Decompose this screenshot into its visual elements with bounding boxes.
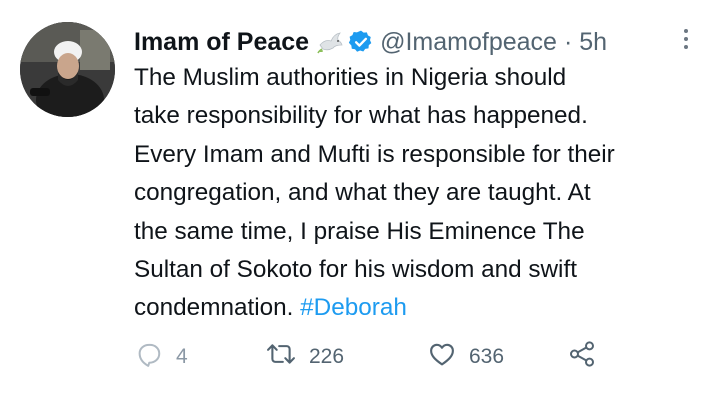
hashtag-link[interactable]: #Deborah <box>300 294 407 321</box>
timestamp[interactable]: 5h <box>579 24 607 60</box>
dove-icon <box>317 30 343 54</box>
author-name[interactable]: Imam of Peace <box>134 24 309 60</box>
share-button[interactable] <box>567 336 597 378</box>
tweet-text-line: Sultan of Sokoto for his wisdom and swif… <box>134 256 577 284</box>
tweet-text-line: Every Imam and Mufti is responsible for … <box>134 140 615 168</box>
like-button[interactable]: 636 <box>427 336 504 378</box>
tweet-text-last-line: condemnation. #Deborah <box>134 289 714 327</box>
tweet-text-line: take responsibility for what has happene… <box>134 102 588 130</box>
retweet-icon <box>265 339 297 375</box>
more-options-icon[interactable] <box>676 26 696 52</box>
reply-button[interactable]: 4 <box>134 336 188 378</box>
tweet-text-line: the same time, I praise His Eminence The <box>134 217 585 245</box>
tweet-actions: 4 226 636 <box>134 336 654 378</box>
author-handle[interactable]: @Imamofpeace <box>380 24 557 60</box>
verified-badge-icon <box>348 29 374 55</box>
tweet-text-line: condemnation. <box>134 294 294 322</box>
tweet-text-line: The Muslim authorities in Nigeria should <box>134 64 567 91</box>
separator-dot: · <box>563 28 573 56</box>
share-icon <box>567 339 597 375</box>
tweet-text-line: congregation, and what they are taught. … <box>134 179 591 207</box>
retweet-count: 226 <box>309 345 345 368</box>
retweet-button[interactable]: 226 <box>265 336 344 378</box>
like-count: 636 <box>469 345 505 368</box>
tweet-text: The Muslim authorities in Nigeria should… <box>134 59 714 328</box>
reply-icon <box>134 339 164 375</box>
tweet-header: Imam of Peace @Imamofpeace · 5h <box>134 24 607 60</box>
reply-count: 4 <box>176 345 188 368</box>
tweet[interactable]: Imam of Peace @Imamofpeace · 5h The Musl… <box>0 0 720 408</box>
heart-icon <box>427 339 457 375</box>
avatar[interactable] <box>20 22 115 117</box>
